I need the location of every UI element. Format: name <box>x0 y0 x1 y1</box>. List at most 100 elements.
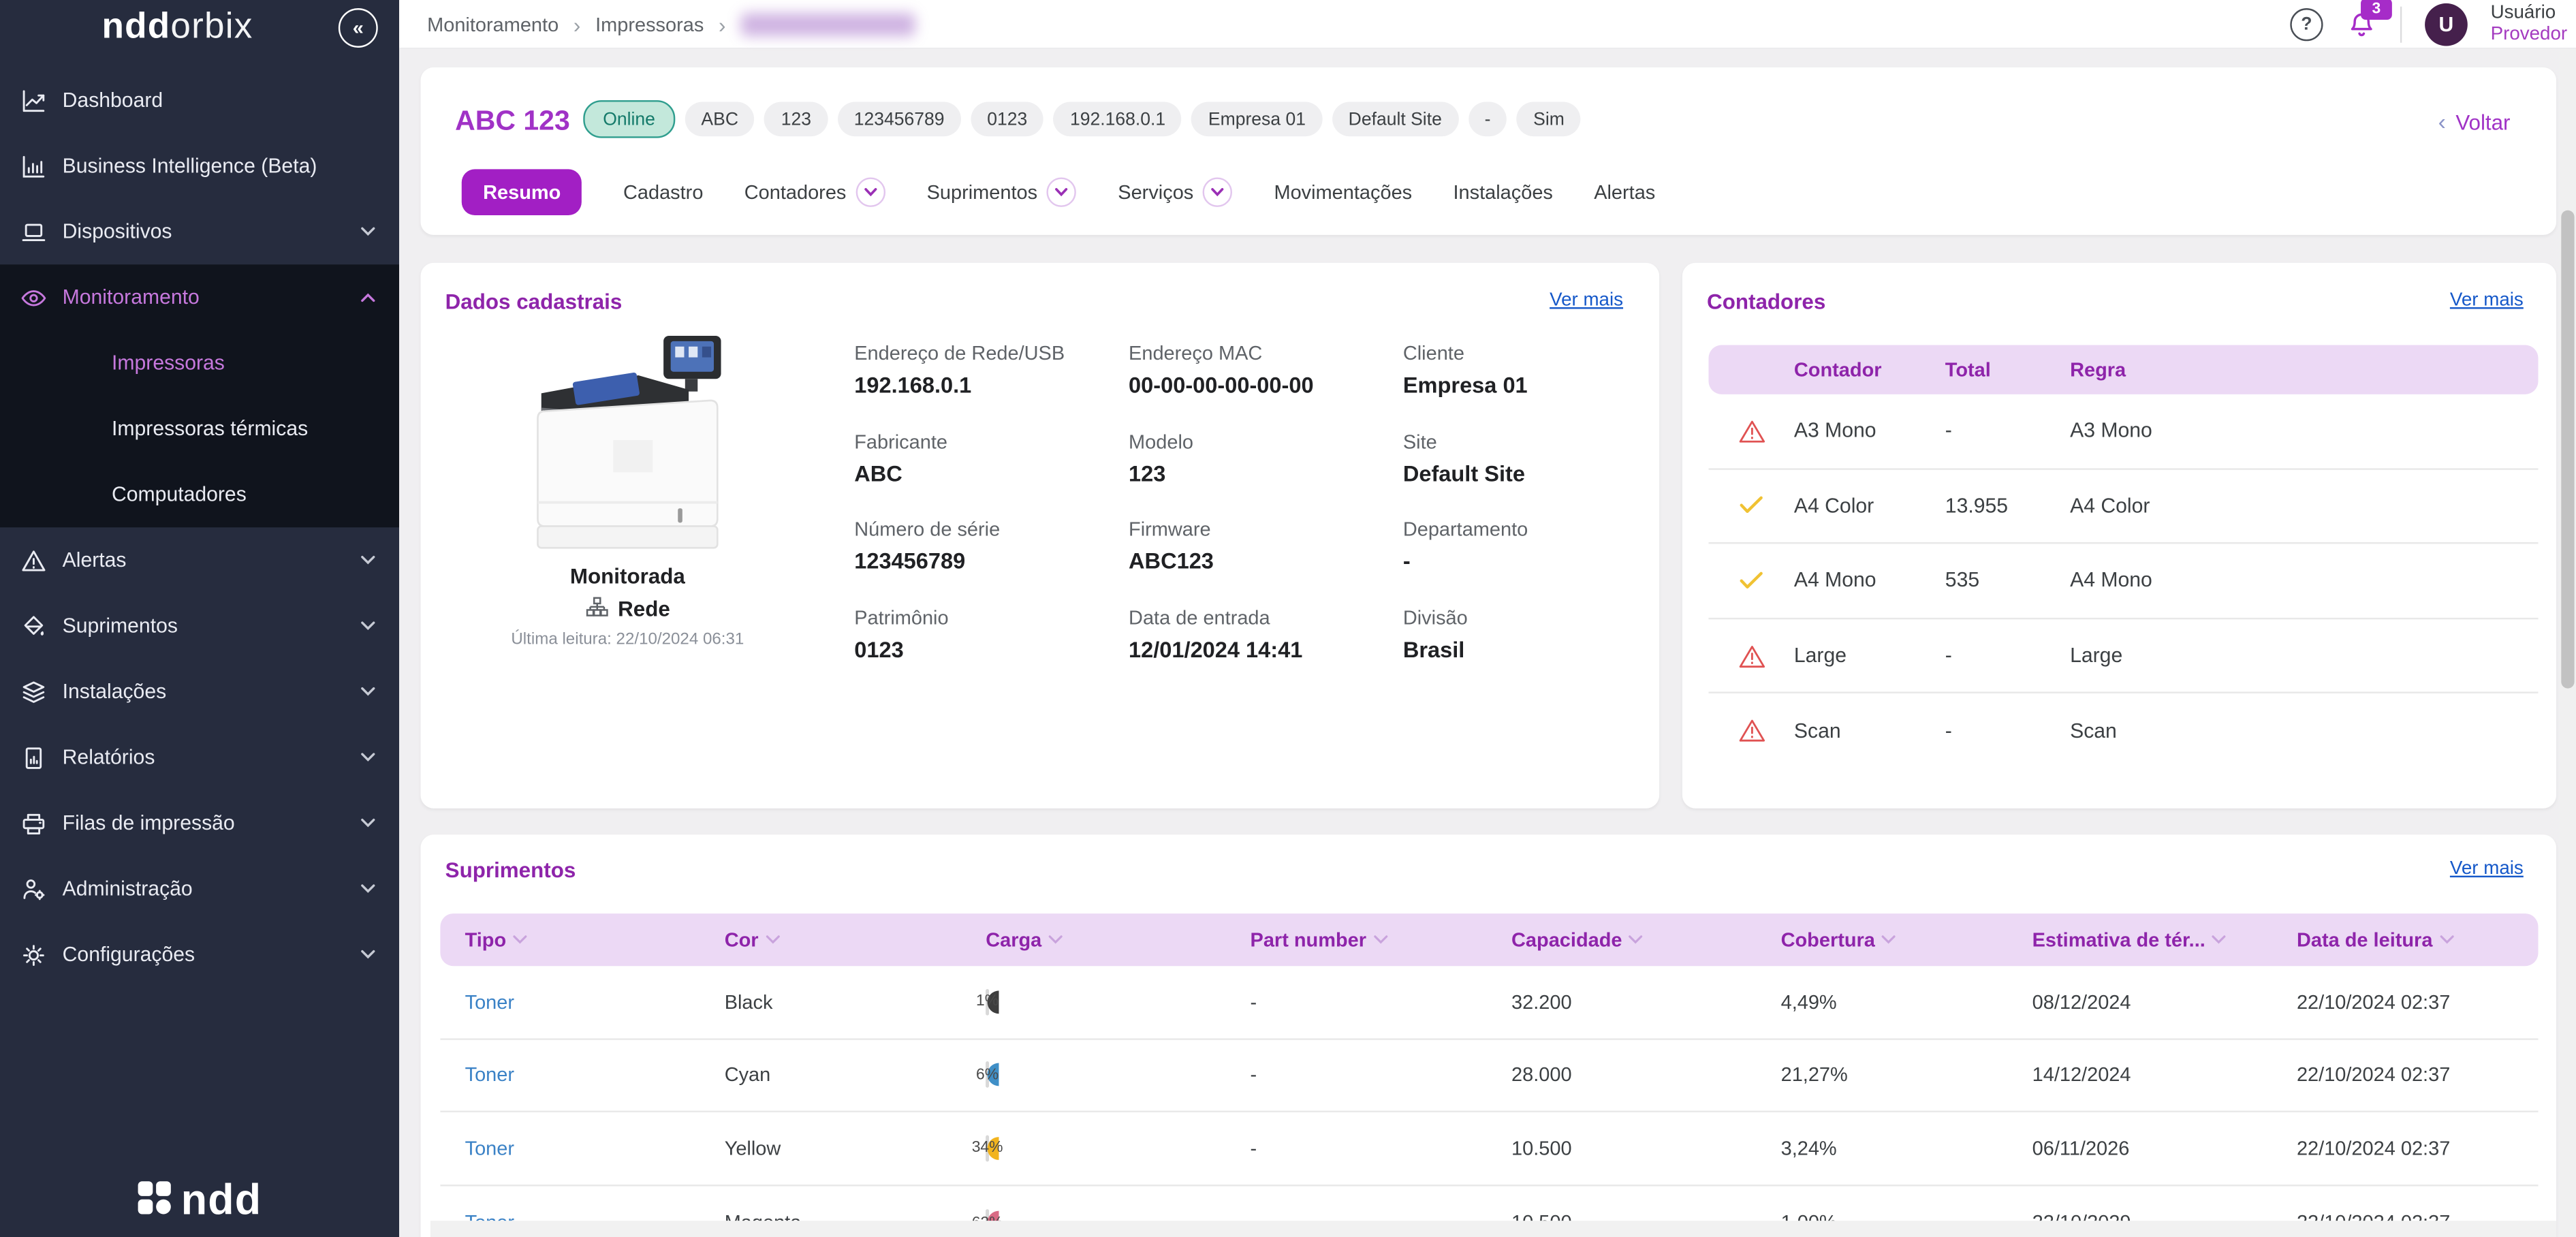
brand-logo-light: orbix <box>170 5 253 46</box>
contadores-rows: A3 Mono - A3 Mono A4 Color 13.955 A4 Col… <box>1708 394 2538 767</box>
column-header-tipo[interactable]: Tipo <box>465 928 725 952</box>
table-row[interactable]: Toner Yellow 34% - 10.500 3,24% 06/11/20… <box>440 1112 2538 1186</box>
tab-cadastro[interactable]: Cadastro <box>623 181 703 204</box>
sidebar-item-configuracoes[interactable]: Configurações <box>0 922 399 987</box>
connection-type: Rede <box>618 597 670 621</box>
check-icon <box>1738 570 1765 591</box>
breadcrumb-monitoramento[interactable]: Monitoramento <box>427 13 559 36</box>
column-header-regra: Regra <box>2070 358 2538 381</box>
tab-resumo[interactable]: Resumo <box>462 169 582 215</box>
field-value: 0123 <box>854 637 1129 661</box>
reading-date-cell: 22/10/2024 02:37 <box>2297 990 2539 1014</box>
toner-link[interactable]: Toner <box>465 990 725 1014</box>
estimate-cell: 08/12/2024 <box>2032 990 2297 1014</box>
table-row[interactable]: Toner Cyan 6% - 28.000 21,27% 14/12/2024… <box>440 1039 2538 1113</box>
tab-suprimentos[interactable]: Suprimentos <box>927 177 1077 206</box>
brand-logo-bold: ndd <box>102 5 171 46</box>
device-chip: Default Site <box>1332 102 1458 137</box>
sidebar-item-dashboard[interactable]: Dashboard <box>0 67 399 133</box>
column-header-data-leitura[interactable]: Data de leitura <box>2297 928 2539 952</box>
sort-chevron-icon <box>1373 935 1388 944</box>
tab-instalacoes[interactable]: Instalações <box>1453 181 1552 204</box>
contador-cell: A4 Mono <box>1794 569 1945 593</box>
column-header-carga[interactable]: Carga <box>986 928 1250 952</box>
table-row[interactable]: Toner Black 1% - 32.200 4,49% 08/12/2024… <box>440 966 2538 1039</box>
toner-link[interactable]: Toner <box>465 1137 725 1160</box>
sidebar-item-dispositivos[interactable]: Dispositivos <box>0 199 399 264</box>
tab-servicos[interactable]: Serviços <box>1118 177 1233 206</box>
estimate-cell: 14/12/2024 <box>2032 1063 2297 1086</box>
sidebar-item-instalacoes[interactable]: Instalações <box>0 659 399 724</box>
sort-chevron-icon <box>1048 935 1063 944</box>
laptop-icon <box>20 218 48 246</box>
field-value: 00-00-00-00-00-00 <box>1129 373 1403 398</box>
field-label: Firmware <box>1129 518 1403 541</box>
breadcrumb-impressoras[interactable]: Impressoras <box>595 13 704 36</box>
sidebar-item-suprimentos[interactable]: Suprimentos <box>0 593 399 659</box>
field-value: 192.168.0.1 <box>854 373 1129 398</box>
tab-dropdown-button[interactable] <box>1204 177 1233 206</box>
table-row[interactable]: Large - Large <box>1708 619 2538 694</box>
tab-contadores[interactable]: Contadores <box>744 177 886 206</box>
suprimentos-rows: Toner Black 1% - 32.200 4,49% 08/12/2024… <box>440 966 2538 1237</box>
sidebar-item-relatorios[interactable]: Relatórios <box>0 725 399 790</box>
chevron-down-icon <box>360 686 376 698</box>
sidebar-item-monitoramento[interactable]: Monitoramento <box>0 264 399 330</box>
toner-link[interactable]: Toner <box>465 1063 725 1086</box>
contadores-ver-mais-link[interactable]: Ver mais <box>2450 291 2524 311</box>
tab-label: Cadastro <box>623 181 703 204</box>
tab-dropdown-button[interactable] <box>1048 177 1077 206</box>
regra-cell: A3 Mono <box>2070 420 2538 443</box>
suprimentos-ver-mais-link[interactable]: Ver mais <box>2450 859 2524 879</box>
sidebar-subitem-impressoras-termicas[interactable]: Impressoras térmicas <box>0 396 399 461</box>
table-row[interactable]: A3 Mono - A3 Mono <box>1708 394 2538 469</box>
tab-movimentacoes[interactable]: Movimentações <box>1274 181 1412 204</box>
sidebar-item-administracao[interactable]: Administração <box>0 856 399 922</box>
sidebar-item-alertas[interactable]: Alertas <box>0 527 399 593</box>
sidebar: nddorbix « Dashboard Business Intelligen… <box>0 0 399 1237</box>
column-header-estimativa[interactable]: Estimativa de tér... <box>2032 928 2297 952</box>
help-icon[interactable]: ? <box>2290 8 2323 41</box>
table-row[interactable]: A4 Color 13.955 A4 Color <box>1708 469 2538 544</box>
vertical-scrollbar-thumb[interactable] <box>2561 210 2574 689</box>
topbar: Monitoramento › Impressoras › ? 3 U Usuá… <box>399 0 2576 49</box>
field-label: Endereço de Rede/USB <box>854 342 1129 365</box>
contadores-card: Contadores Ver mais Contador Total Regra… <box>1682 263 2556 809</box>
sidebar-item-label: Relatórios <box>63 746 155 769</box>
avatar[interactable]: U <box>2425 3 2468 46</box>
sort-chevron-icon <box>1882 935 1897 944</box>
warning-icon <box>1738 643 1765 668</box>
dados-ver-mais-link[interactable]: Ver mais <box>1550 291 1623 311</box>
device-tabs: Resumo Cadastro Contadores Suprimentos S… <box>462 169 1656 215</box>
column-header-cor[interactable]: Cor <box>725 928 986 952</box>
sidebar-group-monitoramento: Monitoramento Impressoras Impressoras té… <box>0 264 399 527</box>
user-info[interactable]: Usuário Provedor <box>2491 3 2576 46</box>
column-header-cobertura[interactable]: Cobertura <box>1781 928 2032 952</box>
tab-alertas[interactable]: Alertas <box>1594 181 1655 204</box>
printer-icon <box>20 809 48 837</box>
tab-dropdown-button[interactable] <box>856 177 885 206</box>
sidebar-item-filas-de-impressao[interactable]: Filas de impressão <box>0 790 399 856</box>
sidebar-subitem-impressoras[interactable]: Impressoras <box>0 330 399 396</box>
sidebar-item-business-intelligence[interactable]: Business Intelligence (Beta) <box>0 133 399 198</box>
chevron-down-icon <box>360 817 376 829</box>
column-header-capacidade[interactable]: Capacidade <box>1511 928 1781 952</box>
column-header-part-number[interactable]: Part number <box>1251 928 1512 952</box>
notifications-button[interactable]: 3 <box>2346 9 2377 40</box>
table-row[interactable]: Scan - Scan <box>1708 694 2538 768</box>
horizontal-scrollbar[interactable] <box>430 1221 2556 1237</box>
app-viewport: nddorbix « Dashboard Business Intelligen… <box>0 0 2576 1237</box>
page-title: ABC 123 <box>455 105 570 138</box>
sidebar-collapse-button[interactable]: « <box>339 8 378 48</box>
connection-row: Rede <box>420 597 834 621</box>
tab-label: Movimentações <box>1274 181 1412 204</box>
sidebar-subitem-computadores[interactable]: Computadores <box>0 462 399 527</box>
device-chip: 123 <box>765 102 828 137</box>
chevron-left-icon: ‹ <box>2438 108 2446 135</box>
field-label: Número de série <box>854 518 1129 541</box>
vertical-scrollbar[interactable] <box>2560 49 2576 1237</box>
table-row[interactable]: A4 Mono 535 A4 Mono <box>1708 544 2538 619</box>
sort-chevron-icon <box>765 935 780 944</box>
back-button[interactable]: ‹ Voltar <box>2438 108 2511 135</box>
main-area: Monitoramento › Impressoras › ? 3 U Usuá… <box>399 0 2576 1237</box>
